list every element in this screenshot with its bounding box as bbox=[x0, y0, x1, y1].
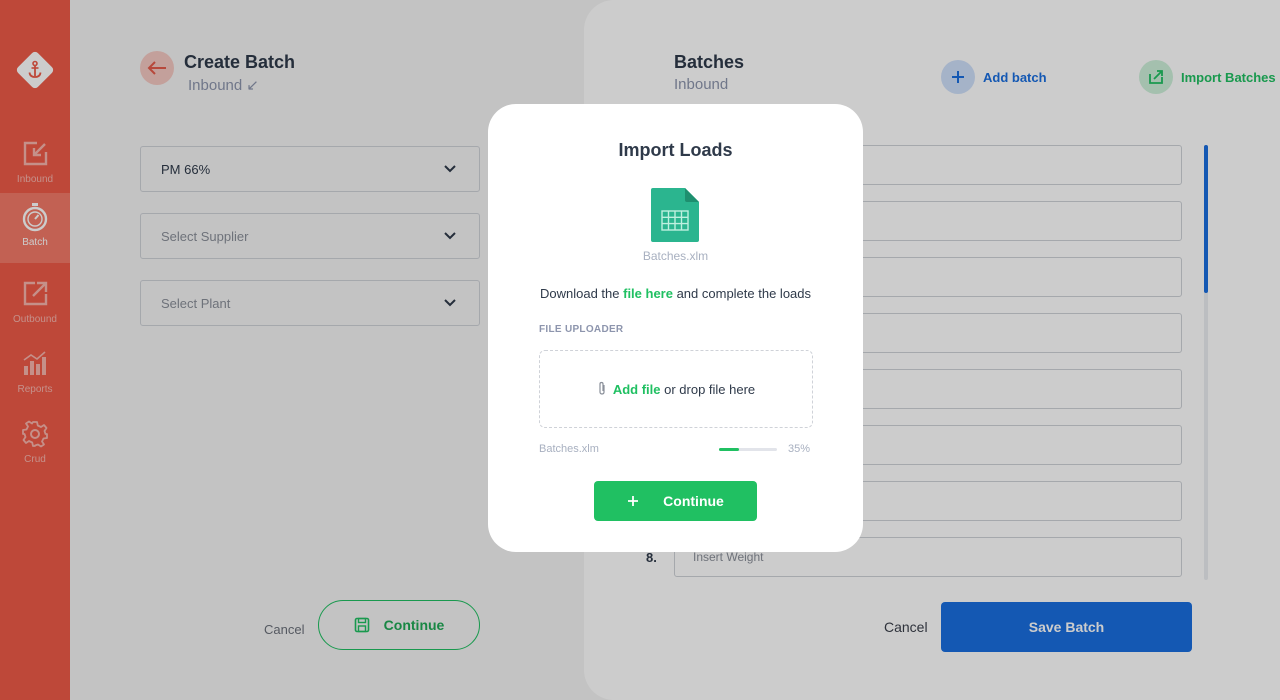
modal-continue-label: Continue bbox=[663, 493, 724, 509]
file-uploader-label: FILE UPLOADER bbox=[539, 324, 624, 335]
upload-file-name: Batches.xlm bbox=[539, 443, 599, 455]
add-file-link[interactable]: Add file bbox=[613, 382, 661, 397]
download-instructions: Download the file here and complete the … bbox=[539, 286, 812, 301]
template-file-name: Batches.xlm bbox=[642, 249, 709, 263]
modal-title: Import Loads bbox=[618, 140, 733, 160]
upload-progress-percent: 35% bbox=[788, 443, 811, 455]
paperclip-icon bbox=[599, 381, 605, 395]
modal-continue-button[interactable]: Continue bbox=[594, 481, 757, 521]
import-loads-modal: Import Loads Batches.xlm Download the fi… bbox=[488, 104, 863, 552]
upload-progress-bar bbox=[719, 448, 777, 451]
file-dropzone[interactable]: Add file or drop file here bbox=[539, 350, 813, 428]
upload-progress-fill bbox=[719, 448, 740, 451]
spreadsheet-file-icon bbox=[651, 188, 699, 242]
plus-icon bbox=[628, 496, 639, 506]
download-file-link[interactable]: file here bbox=[623, 286, 673, 301]
